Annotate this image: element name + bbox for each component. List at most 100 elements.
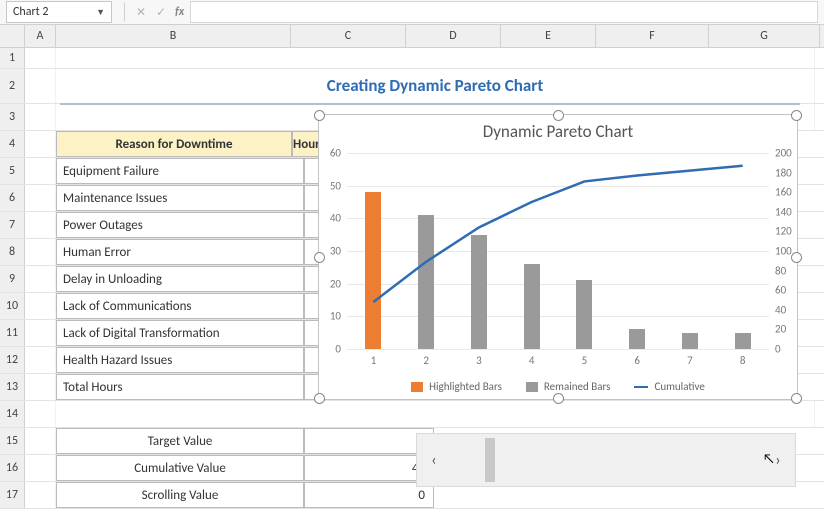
fx-icon[interactable]: fx — [175, 5, 184, 19]
sheet-body: 1 2 Creating Dynamic Pareto Chart 3 4 Re… — [0, 48, 824, 509]
td-reason[interactable]: Lack of Communications — [56, 293, 304, 319]
resize-handle[interactable] — [314, 252, 325, 263]
legend-remained: Remained Bars — [526, 380, 611, 393]
td-reason[interactable]: Lack of Digital Transformation — [56, 320, 304, 346]
row-header[interactable]: 1 — [0, 48, 25, 68]
resize-handle[interactable] — [553, 393, 564, 404]
resize-handle[interactable] — [314, 110, 325, 121]
row-header[interactable]: 12 — [0, 347, 25, 373]
row-header[interactable]: 4 — [0, 131, 25, 157]
cell[interactable] — [25, 401, 56, 427]
row-header[interactable]: 14 — [0, 401, 25, 427]
cell[interactable] — [25, 266, 56, 292]
pareto-chart[interactable]: Dynamic Pareto Chart 0102030405060020406… — [318, 114, 798, 400]
row-header[interactable]: 3 — [0, 104, 25, 130]
th-reason[interactable]: Reason for Downtime — [56, 131, 292, 157]
row-header[interactable]: 13 — [0, 374, 25, 400]
td-reason[interactable]: Total Hours — [56, 374, 304, 400]
col-header-g[interactable]: G — [709, 25, 820, 47]
row-header[interactable]: 16 — [0, 455, 25, 481]
td-scrolling-label[interactable]: Scrolling Value — [56, 482, 304, 508]
ytick-left: 0 — [335, 343, 341, 356]
col-header-c[interactable]: C — [291, 25, 406, 47]
row-header[interactable]: 17 — [0, 482, 25, 508]
xtick: 5 — [582, 354, 588, 367]
col-header-a[interactable]: A — [25, 25, 56, 47]
td-reason[interactable]: Maintenance Issues — [56, 185, 304, 211]
col-header-e[interactable]: E — [501, 25, 596, 47]
cell[interactable] — [25, 48, 56, 68]
cell[interactable] — [25, 482, 56, 508]
row-header[interactable]: 5 — [0, 158, 25, 184]
cumulative-line — [347, 153, 769, 349]
td-target-label[interactable]: Target Value — [56, 428, 304, 454]
cell[interactable] — [25, 69, 56, 103]
ytick-left: 50 — [330, 179, 341, 192]
separator — [124, 2, 125, 22]
td-cumulative-label[interactable]: Cumulative Value — [56, 455, 304, 481]
chart-title: Dynamic Pareto Chart — [319, 121, 797, 142]
name-box[interactable]: Chart 2 ▼ — [6, 1, 112, 23]
ytick-right: 160 — [775, 186, 792, 199]
cell[interactable] — [25, 428, 56, 454]
col-header-b[interactable]: B — [56, 25, 291, 47]
ytick-right: 140 — [775, 205, 792, 218]
ytick-left: 40 — [330, 212, 341, 225]
row-header[interactable]: 10 — [0, 293, 25, 319]
td-reason[interactable]: Equipment Failure — [56, 158, 304, 184]
cell[interactable] — [25, 455, 56, 481]
resize-handle[interactable] — [791, 393, 802, 404]
ytick-right: 60 — [775, 284, 786, 297]
chevron-down-icon[interactable]: ▼ — [96, 7, 105, 18]
name-box-value: Chart 2 — [13, 5, 48, 19]
cell[interactable] — [25, 131, 56, 157]
td-reason[interactable]: Human Error — [56, 239, 304, 265]
cell[interactable] — [25, 374, 56, 400]
xtick: 4 — [529, 354, 535, 367]
cell[interactable] — [25, 293, 56, 319]
cell[interactable] — [25, 158, 56, 184]
td-cumulative-value[interactable]: 48 — [304, 455, 434, 481]
scroll-thumb[interactable] — [485, 438, 495, 482]
row-header[interactable]: 11 — [0, 320, 25, 346]
chart-scroller[interactable]: ‹ › ↖ — [416, 433, 796, 487]
ytick-left: 60 — [330, 147, 341, 160]
row-header[interactable]: 2 — [0, 69, 25, 103]
cell[interactable] — [56, 48, 815, 68]
row-header[interactable]: 15 — [0, 428, 25, 454]
col-header-f[interactable]: F — [596, 25, 709, 47]
resize-handle[interactable] — [791, 110, 802, 121]
cell[interactable] — [56, 401, 815, 427]
cell[interactable] — [25, 212, 56, 238]
resize-handle[interactable] — [314, 393, 325, 404]
select-all-corner[interactable] — [0, 25, 25, 47]
column-headers: A B C D E F G — [0, 25, 824, 48]
col-header-d[interactable]: D — [406, 25, 501, 47]
ytick-right: 20 — [775, 323, 786, 336]
xtick: 1 — [371, 354, 377, 367]
td-target-value[interactable]: 0 — [304, 428, 434, 454]
cell[interactable] — [25, 239, 56, 265]
cell[interactable] — [25, 320, 56, 346]
scroll-left-button[interactable]: ‹ — [417, 451, 451, 470]
row-header[interactable]: 7 — [0, 212, 25, 238]
ytick-left: 10 — [330, 310, 341, 323]
td-reason[interactable]: Delay in Unloading — [56, 266, 304, 292]
row-header[interactable]: 6 — [0, 185, 25, 211]
ytick-right: 100 — [775, 245, 792, 258]
cell[interactable] — [25, 347, 56, 373]
td-reason[interactable]: Health Hazard Issues — [56, 347, 304, 373]
resize-handle[interactable] — [791, 252, 802, 263]
td-scrolling-value[interactable]: 0 — [304, 482, 434, 508]
ytick-right: 180 — [775, 166, 792, 179]
td-reason[interactable]: Power Outages — [56, 212, 304, 238]
formula-input[interactable] — [190, 1, 818, 23]
xtick: 3 — [476, 354, 482, 367]
row-header[interactable]: 9 — [0, 266, 25, 292]
row-header[interactable]: 8 — [0, 239, 25, 265]
scroll-track[interactable] — [451, 434, 761, 486]
cell[interactable] — [25, 104, 56, 130]
ytick-left: 30 — [330, 245, 341, 258]
resize-handle[interactable] — [553, 110, 564, 121]
cell[interactable] — [25, 185, 56, 211]
